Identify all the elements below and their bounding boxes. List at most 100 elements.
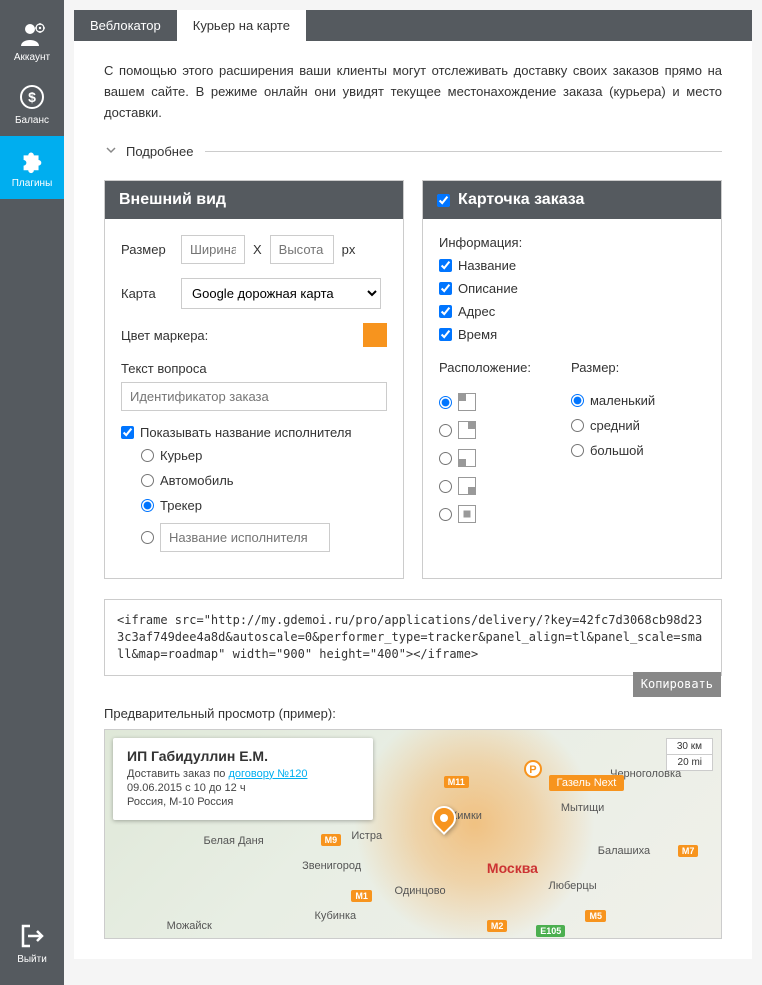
info-desc-checkbox[interactable]: [439, 282, 452, 295]
sidebar-label: Баланс: [15, 115, 49, 126]
panel-title: Внешний вид: [119, 191, 226, 209]
performer-custom-input[interactable]: [160, 523, 330, 552]
tab-weblocator[interactable]: Веблокатор: [74, 10, 177, 41]
position-tr-radio[interactable]: [439, 424, 452, 437]
road-m11: М11: [444, 776, 469, 788]
tab-courier-map[interactable]: Курьер на карте: [177, 10, 306, 41]
city-mytischi: Мытищи: [561, 802, 604, 814]
performer-courier-radio[interactable]: [141, 449, 154, 462]
size-medium-label: средний: [590, 418, 640, 433]
order-card-address: Россия, М-10 Россия: [127, 796, 359, 808]
info-label: Информация:: [439, 235, 705, 250]
position-tl-radio[interactable]: [439, 396, 452, 409]
sidebar-label: Аккаунт: [14, 52, 50, 63]
size-label: Размер: [121, 242, 173, 257]
marker-color-swatch[interactable]: [363, 323, 387, 347]
road-m9: M9: [321, 834, 342, 846]
corner-tr-icon: [458, 421, 476, 439]
position-label: Расположение:: [439, 360, 531, 375]
size-small-radio[interactable]: [571, 394, 584, 407]
sidebar: Аккаунт $ Баланс Плагины Выйти: [0, 0, 64, 985]
size-large-radio[interactable]: [571, 444, 584, 457]
info-name-checkbox[interactable]: [439, 259, 452, 272]
info-address-checkbox[interactable]: [439, 305, 452, 318]
performer-courier-label: Курьер: [160, 448, 202, 463]
performer-custom-radio[interactable]: [141, 531, 154, 544]
question-label: Текст вопроса: [121, 361, 387, 376]
panel-header: Внешний вид: [105, 181, 403, 219]
divider: [205, 151, 722, 152]
road-m7: M7: [678, 845, 699, 857]
sidebar-item-account[interactable]: Аккаунт: [0, 10, 64, 73]
performer-tracker-label: Трекер: [160, 498, 202, 513]
order-contract-link[interactable]: договору №120: [228, 768, 307, 780]
panel-header: Карточка заказа: [423, 181, 721, 219]
sidebar-label: Плагины: [12, 178, 53, 189]
map-order-card: ИП Габидуллин Е.М. Доставить заказ по до…: [113, 738, 373, 820]
info-time-checkbox[interactable]: [439, 328, 452, 341]
vehicle-label: Газель Next: [549, 775, 625, 791]
size-small-label: маленький: [590, 393, 655, 408]
order-card-title: ИП Габидуллин Е.М.: [127, 748, 359, 764]
size-medium-radio[interactable]: [571, 419, 584, 432]
size-large-label: большой: [590, 443, 644, 458]
map-marker[interactable]: [432, 806, 456, 830]
city-kubinka: Кубинка: [314, 910, 356, 922]
pin-icon: [427, 801, 461, 835]
corner-bl-icon: [458, 449, 476, 467]
copy-button[interactable]: Копировать: [633, 672, 721, 697]
order-card-toggle[interactable]: [437, 194, 450, 207]
width-input[interactable]: [181, 235, 245, 264]
city-lyubertsy: Люберцы: [549, 880, 597, 892]
info-address-label: Адрес: [458, 304, 495, 319]
panel-order-card: Карточка заказа Информация: Название Опи…: [422, 180, 722, 579]
city-belaya: Белая Даня: [204, 835, 264, 847]
position-bl-radio[interactable]: [439, 452, 452, 465]
corner-br-icon: [458, 477, 476, 495]
show-performer-checkbox[interactable]: [121, 426, 134, 439]
puzzle-icon: [18, 146, 46, 174]
city-balashikha: Балашиха: [598, 845, 650, 857]
dollar-circle-icon: $: [18, 83, 46, 111]
embed-code-text: <iframe src="http://my.gdemoi.ru/pro/app…: [117, 613, 702, 661]
corner-center-icon: [458, 505, 476, 523]
sidebar-item-exit[interactable]: Выйти: [0, 912, 64, 975]
position-br-radio[interactable]: [439, 480, 452, 493]
map-label: Карта: [121, 286, 173, 301]
corner-tl-icon: [458, 393, 476, 411]
info-name-label: Название: [458, 258, 516, 273]
expand-toggle[interactable]: Подробнее: [104, 143, 722, 160]
svg-text:$: $: [28, 89, 36, 105]
exit-icon: [18, 922, 46, 950]
user-gear-icon: [18, 20, 46, 48]
road-m5: M5: [585, 910, 606, 922]
position-center-radio[interactable]: [439, 508, 452, 521]
height-input[interactable]: [270, 235, 334, 264]
preview-title: Предварительный просмотр (пример):: [104, 706, 722, 721]
preview-map[interactable]: М11 M9 M1 M2 M5 M7 E105 Москва Химки Мыт…: [104, 729, 722, 939]
city-zvenigorod: Звенигород: [302, 860, 361, 872]
performer-car-radio[interactable]: [141, 474, 154, 487]
expand-label: Подробнее: [126, 144, 193, 159]
order-card-time: 09.06.2015 с 10 до 12 ч: [127, 782, 359, 794]
question-input[interactable]: [121, 382, 387, 411]
scale-km: 30 км: [667, 739, 712, 755]
road-m1: M1: [351, 890, 372, 902]
city-mozhaysk: Можайск: [167, 920, 212, 932]
sidebar-item-balance[interactable]: $ Баланс: [0, 73, 64, 136]
road-m2: M2: [487, 920, 508, 932]
panel-title: Карточка заказа: [458, 191, 584, 209]
show-performer-label: Показывать название исполнителя: [140, 425, 351, 440]
performer-tracker-radio[interactable]: [141, 499, 154, 512]
embed-code-box[interactable]: <iframe src="http://my.gdemoi.ru/pro/app…: [104, 599, 722, 675]
city-moscow: Москва: [487, 860, 538, 876]
main-area: Веблокатор Курьер на карте С помощью это…: [64, 0, 762, 985]
map-select[interactable]: Google дорожная карта: [181, 278, 381, 309]
px-label: px: [342, 242, 356, 257]
sidebar-item-plugins[interactable]: Плагины: [0, 136, 64, 199]
marker-color-label: Цвет маркера:: [121, 328, 355, 343]
chevron-down-icon: [104, 143, 118, 160]
order-card-desc: Доставить заказ по договору №120: [127, 768, 359, 780]
panel-appearance: Внешний вид Размер X px Карта: [104, 180, 404, 579]
tabs: Веблокатор Курьер на карте: [74, 10, 752, 41]
